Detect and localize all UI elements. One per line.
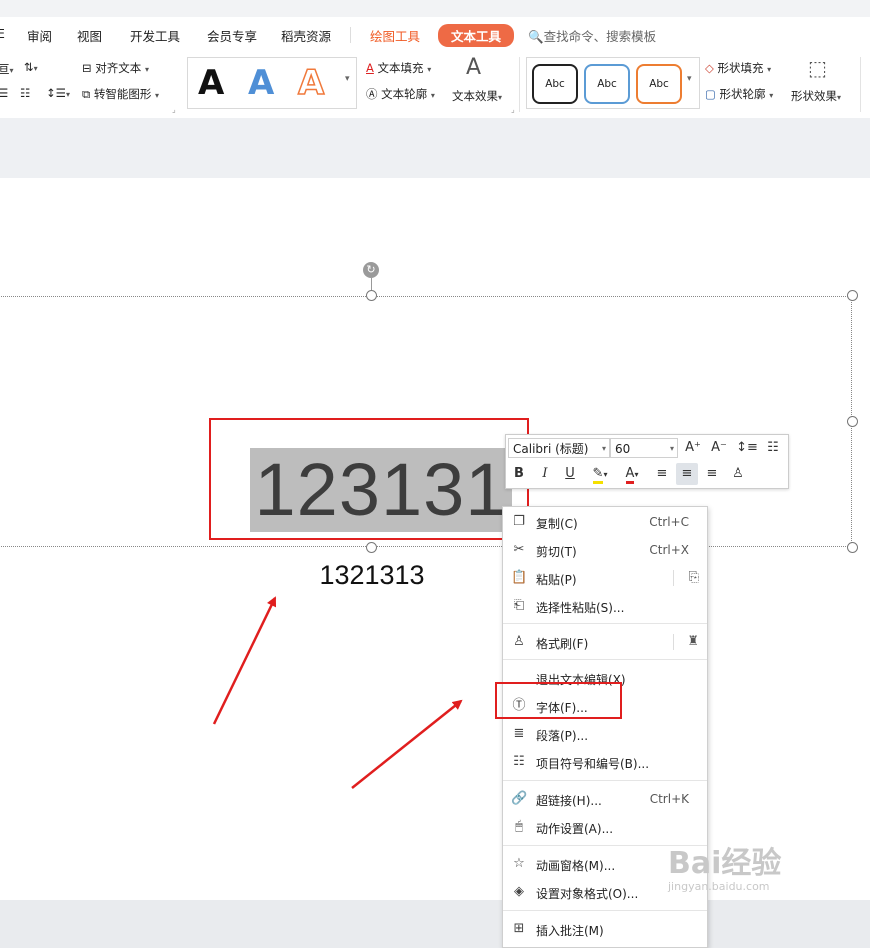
arrow-to-font-item <box>351 699 463 789</box>
annotation-arrows <box>212 596 463 789</box>
arrow-to-text <box>212 596 277 725</box>
annotation-box-font <box>495 682 622 719</box>
